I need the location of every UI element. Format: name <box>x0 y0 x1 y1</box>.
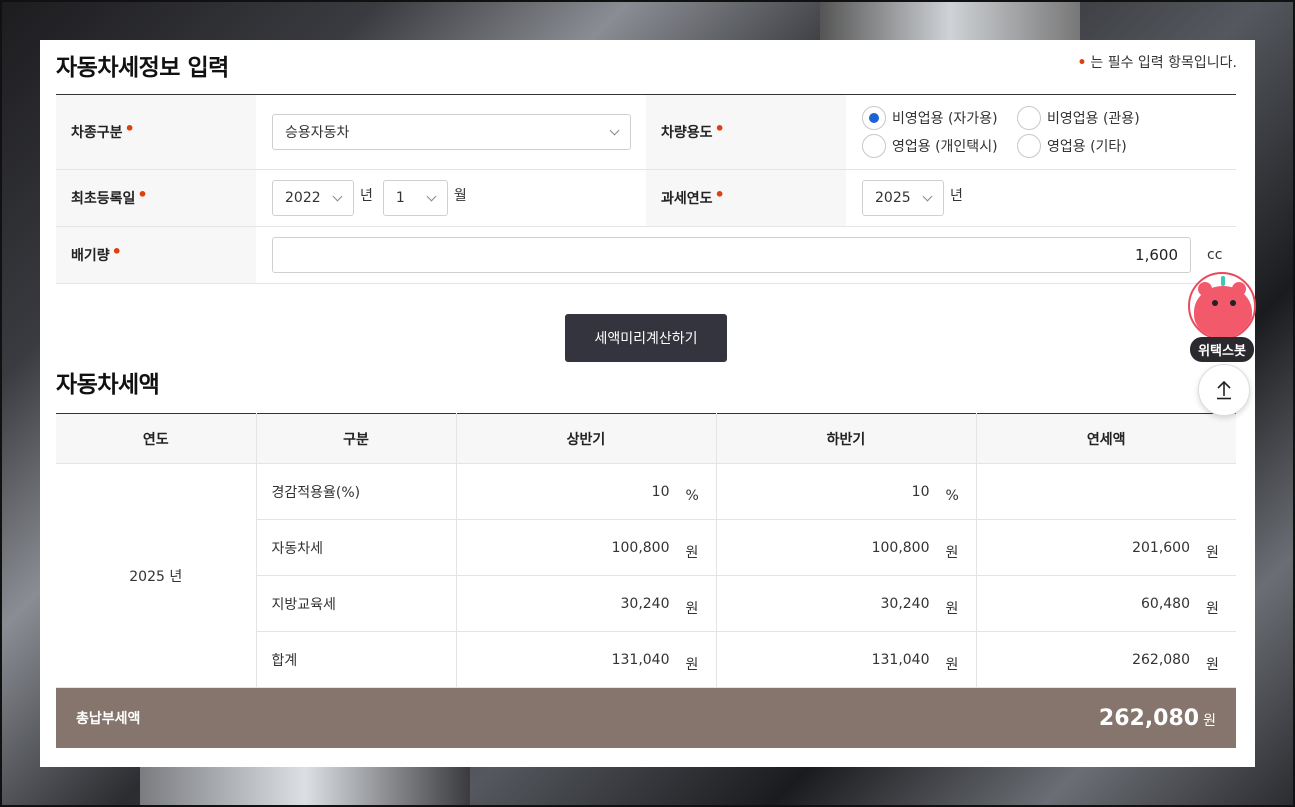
required-dot: • <box>137 184 148 204</box>
arrow-up-icon <box>1217 380 1231 400</box>
total-tax-bar: 총납부세액 262,080 원 <box>56 688 1236 748</box>
chatbot-button[interactable]: 위택스봇 <box>1186 272 1258 362</box>
first-half-value: 100,800 <box>611 539 670 556</box>
tax-year-label: 과세연도 • <box>646 170 846 226</box>
year-cell: 2025 년 <box>56 463 257 688</box>
total-tax-label: 총납부세액 <box>76 711 141 727</box>
radio-private-own[interactable]: 비영업용 (자가용) <box>862 106 1017 130</box>
year-unit: 년 <box>360 188 373 204</box>
required-note: • 는 필수 입력 항목입니다. <box>1077 52 1237 72</box>
total-tax-amount: 262,080 <box>1098 705 1200 731</box>
background-decoration <box>820 0 1080 40</box>
tax-year-select[interactable]: 2025 <box>862 180 944 216</box>
displacement-label: 배기량 • <box>56 227 256 283</box>
form-row: 최초등록일 • 2022 년 1 월 과세연도 • 2025 년 <box>56 170 1236 227</box>
column-header-second-half: 하반기 <box>716 413 977 464</box>
required-dot: • <box>714 118 725 138</box>
radio-private-government[interactable]: 비영업용 (관용) <box>1017 106 1167 130</box>
table-header-row: 연도 구분 상반기 하반기 연세액 <box>56 413 1236 464</box>
radio-unselected-icon <box>862 134 886 158</box>
total-tax-unit: 원 <box>1203 712 1216 729</box>
first-half-value: 131,040 <box>611 651 670 668</box>
section-header-input: 자동차세정보 입력 <box>56 48 1236 82</box>
radio-commercial-other[interactable]: 영업용 (기타) <box>1017 134 1167 158</box>
second-half-value: 131,040 <box>871 651 930 668</box>
tax-calculator-panel: 자동차세정보 입력 • 는 필수 입력 항목입니다. 차종구분 • 승용자동차 차량… <box>40 40 1255 767</box>
annual-value: 60,480 <box>1141 595 1190 612</box>
table-row: 2025 년 경감적용율(%) 10% 10% <box>56 463 1236 688</box>
form-row: 차종구분 • 승용자동차 차량용도 • 비영업용 (자가용) 비영업용 (관용)… <box>56 95 1236 170</box>
vehicle-type-select[interactable]: 승용자동차 <box>272 114 631 150</box>
required-dot: • <box>124 118 135 138</box>
form-row: 배기량 • 1,600 cc <box>56 227 1236 284</box>
chevron-down-icon <box>609 125 620 135</box>
column-header-annual: 연세액 <box>976 413 1236 464</box>
column-header-category: 구분 <box>256 413 457 464</box>
row-label: 자동차세 <box>256 519 457 576</box>
first-half-value: 10 <box>651 483 670 500</box>
input-form: 차종구분 • 승용자동차 차량용도 • 비영업용 (자가용) 비영업용 (관용)… <box>56 94 1236 284</box>
radio-selected-icon <box>862 106 886 130</box>
scroll-top-button[interactable] <box>1198 364 1250 416</box>
required-dot: • <box>111 241 122 261</box>
annual-value: 201,600 <box>1132 539 1190 556</box>
displacement-input[interactable]: 1,600 <box>272 237 1191 273</box>
radio-unselected-icon <box>1017 134 1041 158</box>
second-half-value: 100,800 <box>871 539 930 556</box>
month-unit: 월 <box>453 188 467 204</box>
chevron-down-icon <box>332 191 343 201</box>
displacement-unit: cc <box>1207 247 1223 263</box>
required-dot: • <box>714 184 725 204</box>
background-decoration <box>140 767 470 807</box>
first-registration-label: 최초등록일 • <box>56 170 256 226</box>
chevron-down-icon <box>426 191 437 201</box>
tax-result-table: 연도 구분 상반기 하반기 연세액 2025 년 경감적용율(%) 10% 10… <box>56 413 1236 688</box>
annual-value: 262,080 <box>1132 651 1190 668</box>
radio-commercial-taxi[interactable]: 영업용 (개인택시) <box>862 134 1017 158</box>
row-label: 지방교육세 <box>256 575 457 632</box>
section-header-result: 자동차세액 <box>56 365 1236 399</box>
registration-year-select[interactable]: 2022 <box>272 180 354 216</box>
second-half-value: 10 <box>911 483 930 500</box>
column-header-first-half: 상반기 <box>456 413 717 464</box>
required-note-text: 는 필수 입력 항목입니다. <box>1090 55 1237 71</box>
chevron-down-icon <box>922 191 933 201</box>
chatbot-mascot-icon <box>1188 272 1256 340</box>
row-label: 경감적용율(%) <box>256 463 457 520</box>
registration-month-select[interactable]: 1 <box>382 180 448 216</box>
vehicle-use-label: 차량용도 • <box>646 95 846 169</box>
vehicle-use-radio-group: 비영업용 (자가용) 비영업용 (관용) 영업용 (개인택시) 영업용 (기타) <box>862 106 1167 158</box>
tax-year-unit: 년 <box>950 188 963 204</box>
section-title-input: 자동차세정보 입력 <box>56 55 229 81</box>
calculate-tax-button[interactable]: 세액미리계산하기 <box>565 314 727 362</box>
first-half-value: 30,240 <box>620 595 670 612</box>
required-dot: • <box>1077 55 1087 71</box>
section-title-result: 자동차세액 <box>56 372 160 398</box>
column-header-year: 연도 <box>56 413 257 464</box>
radio-unselected-icon <box>1017 106 1041 130</box>
vehicle-type-label: 차종구분 • <box>56 95 256 169</box>
second-half-value: 30,240 <box>880 595 930 612</box>
chatbot-label: 위택스봇 <box>1190 337 1254 362</box>
row-label: 합계 <box>256 631 457 688</box>
